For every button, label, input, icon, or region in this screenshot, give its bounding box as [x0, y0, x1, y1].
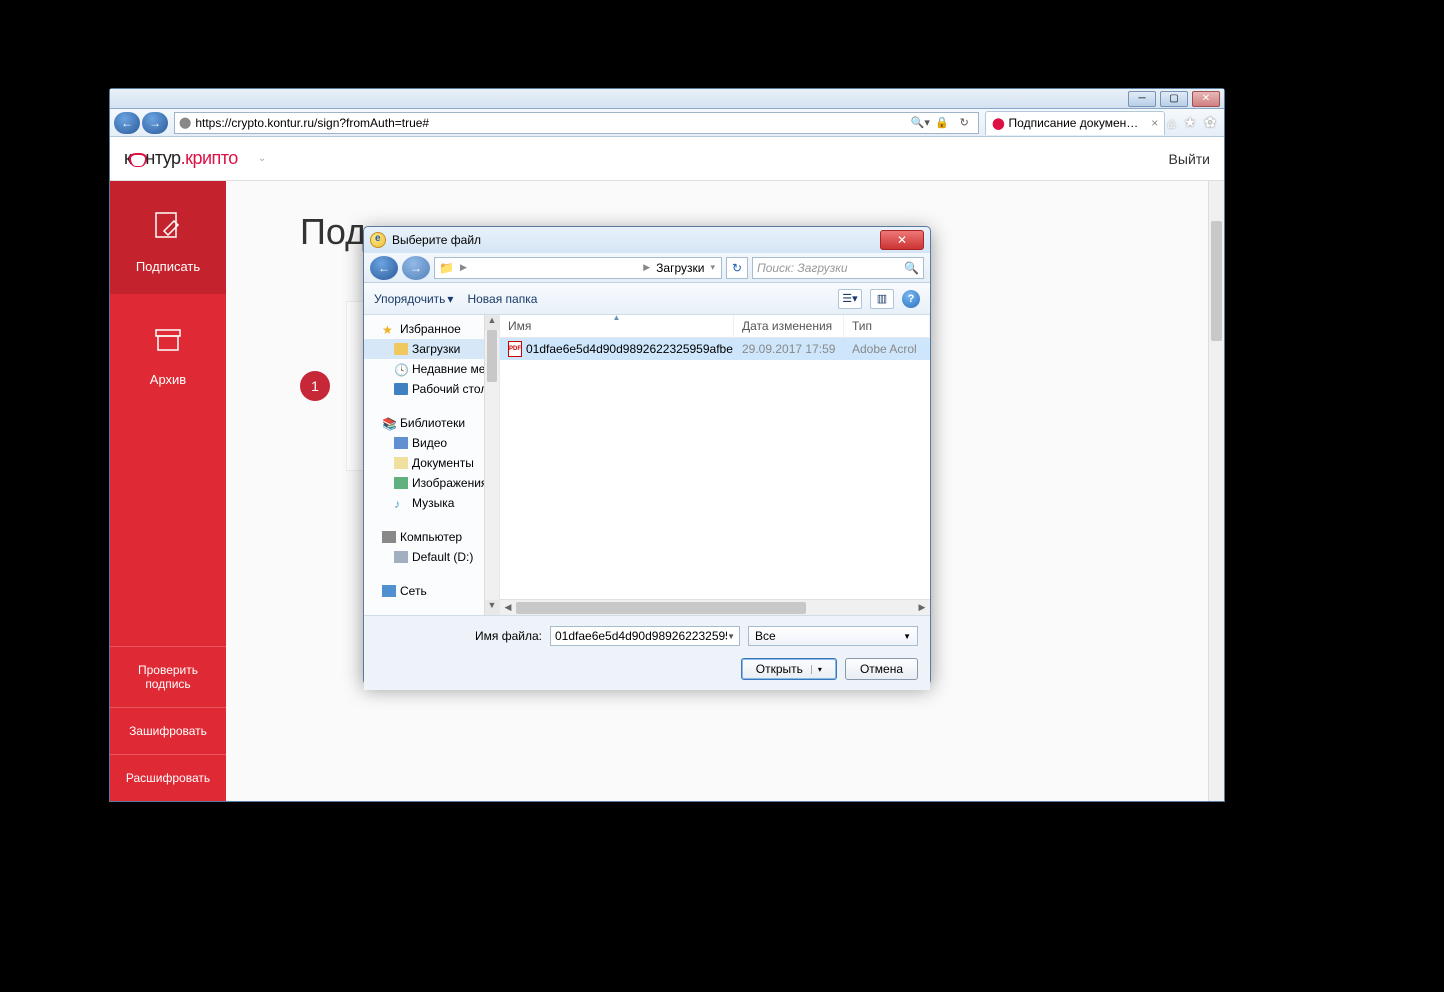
dialog-nav-bar: ← → 📁 ▶ ▶ Загрузки ▾ ↻ Поиск: Загрузки 🔍 — [364, 253, 930, 283]
window-minimize-button[interactable]: ─ — [1128, 91, 1156, 107]
tree-downloads[interactable]: Загрузки — [364, 339, 499, 359]
breadcrumb-dropdown-icon[interactable]: ▾ — [708, 262, 717, 273]
address-bar[interactable]: ⬤ 🔍▾ 🔒 ↻ — [174, 112, 979, 134]
tree-video[interactable]: Видео — [364, 433, 499, 453]
help-button[interactable]: ? — [902, 290, 920, 308]
tree-documents[interactable]: Документы — [364, 453, 499, 473]
organize-menu[interactable]: Упорядочить ▾ — [374, 292, 453, 306]
column-name[interactable]: Имя ▲ — [500, 315, 734, 337]
tree-images[interactable]: Изображения — [364, 473, 499, 493]
file-row[interactable]: PDF 01dfae6e5d4d90d9892622325959afbe 29.… — [500, 338, 930, 360]
sidebar-item-sign[interactable]: Подписать — [110, 181, 226, 294]
file-list: Имя ▲ Дата изменения Тип PDF 01dfae6e5d4… — [500, 315, 930, 615]
dialog-titlebar: Выберите файл ✕ — [364, 227, 930, 253]
file-type: Adobe Acrol — [844, 342, 930, 356]
filename-label: Имя файла: — [475, 629, 542, 643]
tree-desktop[interactable]: Рабочий стол — [364, 379, 499, 399]
sidebar-item-verify[interactable]: Проверить подпись — [110, 646, 226, 707]
window-close-button[interactable]: ✕ — [1192, 91, 1220, 107]
sidebar-item-encrypt[interactable]: Зашифровать — [110, 707, 226, 754]
filetype-selector[interactable]: Все ▼ — [748, 626, 918, 646]
filename-field[interactable] — [555, 629, 727, 643]
lock-icon[interactable]: 🔒 — [932, 114, 952, 132]
step-badge-1: 1 — [300, 371, 330, 401]
file-list-h-scrollbar[interactable]: ◀ ▶ — [500, 599, 930, 615]
sidebar-sign-label: Подписать — [136, 259, 200, 274]
refresh-icon[interactable]: ↻ — [954, 114, 974, 132]
app-header: кнтур.крипто ⌄ Выйти — [110, 137, 1224, 181]
search-placeholder-text: Поиск: Загрузки — [757, 261, 848, 275]
search-dropdown-icon[interactable]: 🔍▾ — [910, 114, 930, 132]
dialog-close-button[interactable]: ✕ — [880, 230, 924, 250]
tools-icon[interactable]: ✿ — [1204, 114, 1216, 131]
file-date: 29.09.2017 17:59 — [734, 342, 844, 356]
nav-back-button[interactable]: ← — [114, 112, 140, 134]
url-input[interactable] — [195, 116, 910, 130]
window-titlebar: ─ ▢ ✕ — [110, 89, 1224, 109]
file-list-header: Имя ▲ Дата изменения Тип — [500, 315, 930, 338]
filename-dropdown-icon[interactable]: ▼ — [727, 632, 735, 641]
tab-title: Подписание документов ... — [1009, 116, 1144, 130]
new-folder-button[interactable]: Новая папка — [467, 292, 537, 306]
sidebar-item-archive[interactable]: Архив — [110, 294, 226, 407]
open-split-icon[interactable]: ▾ — [811, 665, 822, 674]
breadcrumb-current[interactable]: Загрузки — [652, 261, 708, 275]
dialog-footer: Имя файла: ▼ Все ▼ Открыть ▾ Отмена — [364, 615, 930, 690]
tab-close-icon[interactable]: × — [1151, 116, 1158, 130]
tab-favicon: ⬤ — [992, 117, 1004, 130]
dialog-nav-back[interactable]: ← — [370, 256, 398, 280]
filetype-value: Все — [755, 629, 776, 643]
dialog-search-box[interactable]: Поиск: Загрузки 🔍 — [752, 257, 924, 279]
favorites-icon[interactable]: ★ — [1184, 114, 1197, 131]
tree-network[interactable]: Сеть — [364, 581, 499, 601]
sidebar: Подписать Архив Проверить подпись Зашифр… — [110, 181, 226, 801]
window-maximize-button[interactable]: ▢ — [1160, 91, 1188, 107]
sort-indicator-icon: ▲ — [613, 313, 621, 322]
cancel-button[interactable]: Отмена — [845, 658, 918, 680]
archive-icon — [114, 320, 222, 364]
chevron-down-icon: ▼ — [903, 632, 911, 641]
sign-icon — [114, 207, 222, 251]
tree-default-drive[interactable]: Default (D:) — [364, 547, 499, 567]
sidebar-item-decrypt[interactable]: Расшифровать — [110, 754, 226, 801]
tree-libraries[interactable]: 📚Библиотеки — [364, 413, 499, 433]
tree-music[interactable]: ♪Музыка — [364, 493, 499, 513]
dialog-body: ★Избранное Загрузки 🕓Недавние места Рабо… — [364, 315, 930, 615]
search-icon[interactable]: 🔍 — [904, 261, 919, 275]
open-button[interactable]: Открыть ▾ — [741, 658, 837, 680]
breadcrumb-sep-icon: ▶ — [641, 262, 652, 273]
tree-computer[interactable]: Компьютер — [364, 527, 499, 547]
dialog-breadcrumb[interactable]: 📁 ▶ ▶ Загрузки ▾ — [434, 257, 722, 279]
breadcrumb-sep-icon: ▶ — [458, 262, 469, 273]
dialog-refresh-button[interactable]: ↻ — [726, 257, 748, 279]
home-icon[interactable]: ⌂ — [1167, 115, 1175, 131]
site-icon: ⬤ — [179, 116, 191, 129]
dialog-title: Выберите файл — [392, 233, 880, 247]
folder-tree: ★Избранное Загрузки 🕓Недавние места Рабо… — [364, 315, 500, 615]
ie-icon — [370, 232, 386, 248]
product-switcher-icon[interactable]: ⌄ — [258, 153, 266, 164]
folder-icon: 📁 — [439, 261, 454, 275]
chevron-down-icon: ▾ — [447, 292, 453, 306]
pdf-icon: PDF — [508, 341, 522, 357]
preview-pane-button[interactable]: ▥ — [870, 289, 894, 309]
tree-favorites[interactable]: ★Избранное — [364, 319, 499, 339]
tree-scrollbar[interactable]: ▲ ▼ — [484, 315, 499, 615]
browser-tab[interactable]: ⬤ Подписание документов ... × — [985, 111, 1165, 135]
app-logo: кнтур.крипто — [124, 148, 238, 169]
logout-link[interactable]: Выйти — [1169, 151, 1210, 167]
dialog-toolbar: Упорядочить ▾ Новая папка ☰ ▾ ▥ ? — [364, 283, 930, 315]
dialog-nav-forward[interactable]: → — [402, 256, 430, 280]
tree-recent[interactable]: 🕓Недавние места — [364, 359, 499, 379]
vertical-scrollbar[interactable] — [1208, 181, 1224, 801]
browser-nav-bar: ← → ⬤ 🔍▾ 🔒 ↻ ⬤ Подписание документов ...… — [110, 109, 1224, 137]
nav-forward-button[interactable]: → — [142, 112, 168, 134]
filename-input[interactable]: ▼ — [550, 626, 740, 646]
column-date[interactable]: Дата изменения — [734, 315, 844, 337]
column-type[interactable]: Тип — [844, 315, 930, 337]
sidebar-archive-label: Архив — [150, 372, 186, 387]
file-name: 01dfae6e5d4d90d9892622325959afbe — [526, 342, 733, 356]
view-mode-button[interactable]: ☰ ▾ — [838, 289, 862, 309]
file-open-dialog: Выберите файл ✕ ← → 📁 ▶ ▶ Загрузки ▾ ↻ П… — [363, 226, 931, 685]
